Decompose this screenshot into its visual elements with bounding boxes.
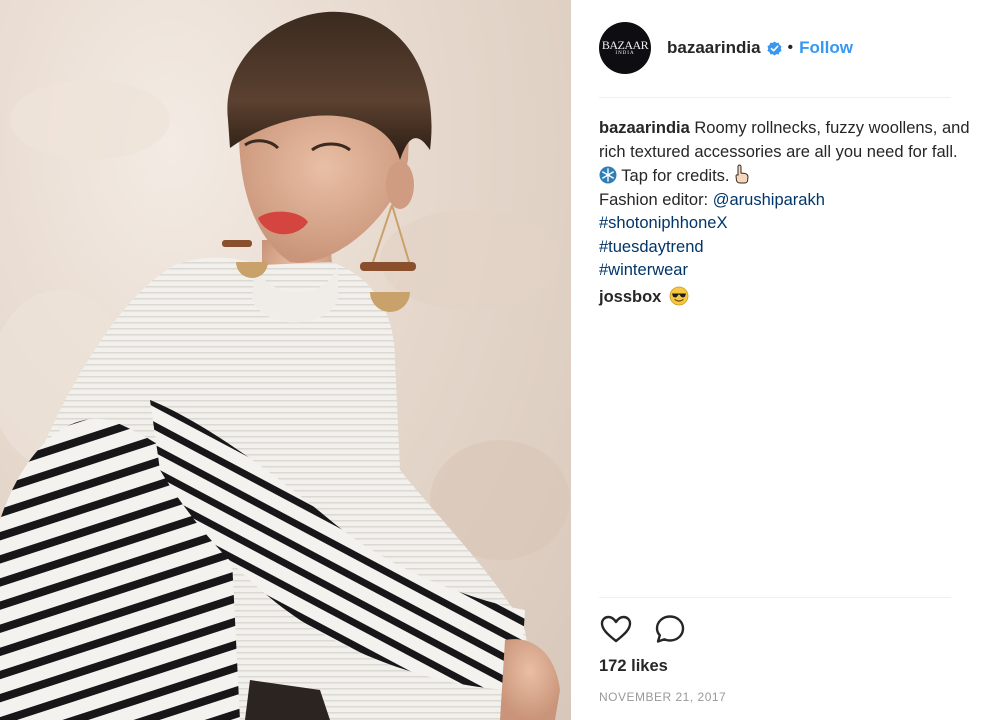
hashtag-link[interactable]: #tuesdaytrend bbox=[599, 236, 971, 260]
hashtag-link[interactable]: #winterwear bbox=[599, 259, 971, 283]
caption-tap-text: Tap for credits. bbox=[621, 167, 730, 185]
post-caption: bazaarindia Roomy rollnecks, fuzzy wooll… bbox=[599, 117, 971, 283]
likes-count[interactable]: 172 likes bbox=[599, 657, 668, 676]
comment-row: jossbox bbox=[599, 286, 689, 307]
avatar-logo: BAZAAR bbox=[601, 38, 649, 52]
heart-icon[interactable] bbox=[599, 613, 633, 645]
post-sidebar: BAZAAR INDIA bazaarindia • Follow bazaar… bbox=[571, 0, 988, 720]
caption-username[interactable]: bazaarindia bbox=[599, 119, 690, 137]
follow-button[interactable]: Follow bbox=[799, 38, 853, 58]
editor-handle-link[interactable]: @arushiparakh bbox=[713, 191, 825, 209]
avatar[interactable]: BAZAAR INDIA bbox=[599, 22, 651, 74]
editor-line: Fashion editor: @arushiparakh bbox=[599, 189, 971, 213]
post-header: BAZAAR INDIA bazaarindia • Follow bbox=[599, 20, 951, 76]
header-divider bbox=[599, 97, 951, 98]
verified-badge-icon bbox=[767, 40, 782, 56]
snowflake-emoji-icon bbox=[599, 166, 617, 184]
header-username[interactable]: bazaarindia bbox=[667, 38, 761, 58]
pointing-hand-emoji-icon bbox=[735, 164, 749, 184]
comment-icon[interactable] bbox=[653, 613, 687, 645]
post-actions bbox=[599, 613, 687, 645]
post-photo[interactable] bbox=[0, 0, 571, 720]
actions-divider bbox=[599, 597, 951, 598]
comment-username[interactable]: jossbox bbox=[599, 288, 661, 306]
hashtag-link[interactable]: #shotoniphhoneX bbox=[599, 212, 971, 236]
editor-prefix: Fashion editor: bbox=[599, 190, 709, 209]
post-date[interactable]: NOVEMBER 21, 2017 bbox=[599, 690, 726, 704]
model-in-striped-sweater-image bbox=[0, 11, 570, 720]
separator-dot: • bbox=[787, 39, 794, 56]
sunglasses-emoji-icon bbox=[669, 286, 689, 306]
avatar-sub: INDIA bbox=[615, 51, 635, 56]
